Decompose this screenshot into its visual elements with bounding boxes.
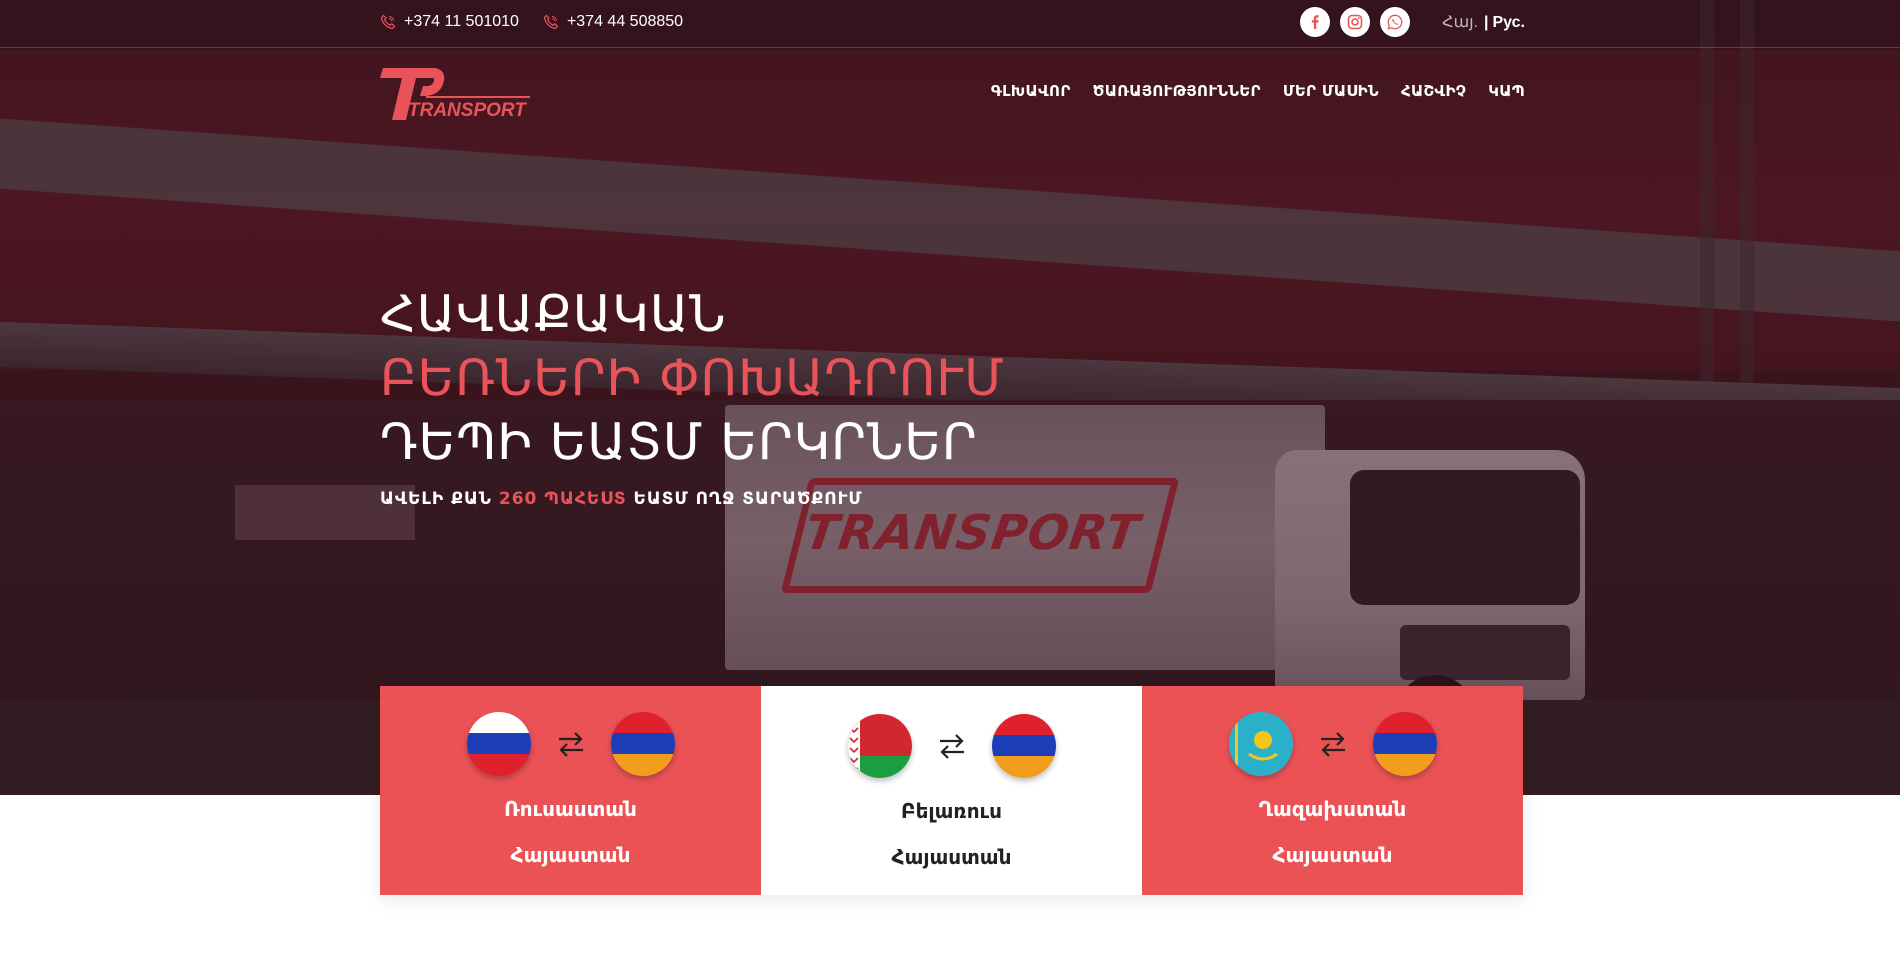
route-from: Բելառուս bbox=[901, 799, 1002, 823]
logo-wordmark: TRANSPORT bbox=[408, 100, 527, 121]
route-to: Հայաստան bbox=[1272, 843, 1393, 867]
swap-arrows-icon bbox=[1313, 726, 1353, 762]
tp-transport-logo: TRANSPORT bbox=[380, 68, 530, 121]
armenia-flag-icon bbox=[610, 712, 675, 776]
facebook-icon bbox=[1311, 15, 1319, 29]
headline-line-3: ԴԵՊԻ ԵԱՏՄ ԵՐԿՐՆԵՐ bbox=[380, 413, 978, 471]
lang-separator: | bbox=[1484, 14, 1489, 31]
phone-number: +374 11 501010 bbox=[404, 13, 519, 30]
belarus-flag-icon bbox=[847, 714, 912, 778]
headline-line-2: ԲԵՌՆԵՐԻ ՓՈԽԱԴՐՈՒՄ bbox=[380, 349, 1005, 407]
hero-headline: ՀԱՎԱՔԱԿԱՆ ԲԵՌՆԵՐԻ ՓՈԽԱԴՐՈՒՄ ԴԵՊԻ ԵԱՏՄ ԵՐ… bbox=[380, 282, 1005, 474]
nav-contact[interactable]: ԿԱՊ bbox=[1488, 82, 1525, 100]
route-card-kazakhstan[interactable]: Ղազախստան Հայաստան bbox=[1142, 686, 1523, 895]
instagram-icon bbox=[1347, 14, 1363, 30]
site-logo[interactable]: TRANSPORT bbox=[380, 66, 530, 122]
main-nav: ԳԼԽԱՎՈՐ ԾԱՌԱՅՈՒԹՅՈՒՆՆԵՐ ՄԵՐ ՄԱՍԻՆ ՀԱՇՎԻՉ… bbox=[969, 82, 1525, 100]
russia-flag-icon bbox=[466, 712, 531, 776]
hero-subtitle: ԱՎԵԼԻ ՔԱՆ 260 ՊԱՀԵՍՏ ԵԱՏՄ ՈՂՋ ՏԱՐԱԾՔՈՒՄ bbox=[380, 489, 863, 509]
armenia-flag-icon bbox=[991, 714, 1056, 778]
phone-link-1[interactable]: +374 11 501010 bbox=[380, 13, 519, 31]
phone-icon bbox=[543, 14, 559, 30]
instagram-button[interactable] bbox=[1340, 7, 1370, 37]
phone-icon bbox=[380, 14, 396, 30]
kazakhstan-flag-icon bbox=[1228, 712, 1293, 776]
facebook-button[interactable] bbox=[1300, 7, 1330, 37]
swap-arrows-icon bbox=[551, 726, 591, 762]
swap-arrows-icon bbox=[932, 728, 972, 764]
route-to: Հայաստան bbox=[510, 843, 631, 867]
hero-section: TRANSPORT +374 11 501010 +374 44 508850 … bbox=[0, 0, 1900, 795]
nav-services[interactable]: ԾԱՌԱՅՈՒԹՅՈՒՆՆԵՐ bbox=[1093, 82, 1261, 100]
nav-calculator[interactable]: ՀԱՇՎԻՉ bbox=[1401, 82, 1466, 100]
nav-home[interactable]: ԳԼԽԱՎՈՐ bbox=[991, 82, 1071, 100]
route-from: Ռուսաստան bbox=[504, 797, 637, 821]
headline-line-1: ՀԱՎԱՔԱԿԱՆ bbox=[380, 285, 727, 343]
social-links bbox=[1300, 7, 1420, 37]
whatsapp-button[interactable] bbox=[1380, 7, 1410, 37]
route-cards: Ռուսաստան Հայաստան Բելառուս Հայաստան Ղազ… bbox=[380, 686, 1524, 895]
lang-russian[interactable]: Рус. bbox=[1492, 14, 1525, 31]
topbar: +374 11 501010 +374 44 508850 Հայ. | Рус… bbox=[0, 0, 1900, 48]
route-card-belarus[interactable]: Բելառուս Հայաստան bbox=[761, 686, 1142, 895]
phone-link-2[interactable]: +374 44 508850 bbox=[543, 13, 683, 31]
armenia-flag-icon bbox=[1372, 712, 1437, 776]
subtitle-prefix: ԱՎԵԼԻ ՔԱՆ bbox=[380, 489, 492, 509]
language-switcher: Հայ. | Рус. bbox=[1442, 12, 1525, 32]
route-from: Ղազախստան bbox=[1258, 797, 1407, 821]
nav-about[interactable]: ՄԵՐ ՄԱՍԻՆ bbox=[1283, 82, 1379, 100]
subtitle-suffix: ԵԱՏՄ ՈՂՋ ՏԱՐԱԾՔՈՒՄ bbox=[633, 489, 863, 509]
subtitle-accent: 260 ՊԱՀԵՍՏ bbox=[498, 489, 627, 509]
route-card-russia[interactable]: Ռուսաստան Հայաստան bbox=[380, 686, 761, 895]
phone-number: +374 44 508850 bbox=[566, 13, 684, 30]
lang-armenian[interactable]: Հայ. bbox=[1442, 14, 1478, 31]
whatsapp-icon bbox=[1387, 14, 1403, 30]
route-to: Հայաստան bbox=[891, 845, 1012, 869]
